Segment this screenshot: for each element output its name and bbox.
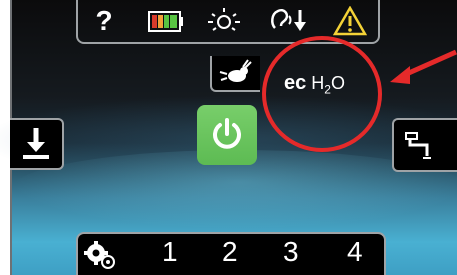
battery-icon (146, 6, 186, 36)
mode-1[interactable]: 1 (162, 236, 178, 268)
power-icon (213, 118, 241, 149)
help-icon[interactable]: ? (88, 5, 120, 36)
rabbit-icon (219, 59, 252, 82)
callout-circle (262, 36, 382, 152)
mode-2[interactable]: 2 (222, 236, 238, 268)
light-icon (205, 6, 243, 36)
warning-icon (330, 6, 370, 36)
callout-arrow (390, 49, 457, 84)
mode-3[interactable]: 3 (283, 236, 299, 268)
faucet-icon (405, 132, 431, 159)
mode-4[interactable]: 4 (347, 236, 363, 268)
speed-tab[interactable] (210, 56, 260, 92)
water-level-tab[interactable] (10, 118, 64, 170)
power-button[interactable] (197, 105, 257, 165)
audio-icon (266, 6, 312, 36)
faucet-tab[interactable] (392, 118, 457, 172)
control-panel: ? ec H2O 1 2 3 4 (0, 0, 457, 275)
download-level-icon (23, 128, 49, 159)
settings-icon[interactable] (84, 238, 116, 272)
